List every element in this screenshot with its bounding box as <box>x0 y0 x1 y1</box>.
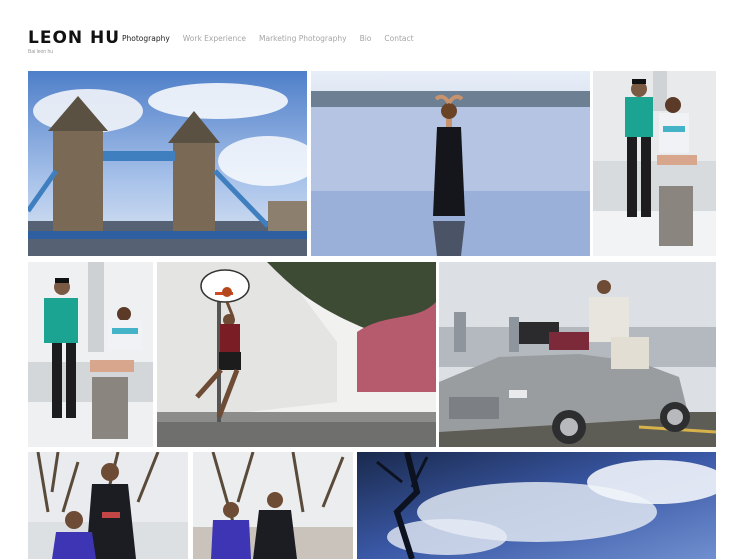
photo-sky-reflection[interactable] <box>357 452 716 559</box>
woman-water-image <box>311 71 590 256</box>
photo-couple-pillar[interactable] <box>28 262 153 447</box>
photo-men-posing[interactable] <box>193 452 353 559</box>
photo-woman-water[interactable] <box>311 71 590 256</box>
couple-jersey-image <box>593 71 716 256</box>
couple-pillar-image <box>28 262 153 447</box>
men-trees-image <box>28 452 188 559</box>
photo-basketball[interactable] <box>157 262 436 447</box>
sky-reflection-image <box>357 452 716 559</box>
nav-item-bio[interactable]: Bio <box>360 34 372 43</box>
site-tagline: Bai leon hu <box>28 49 54 55</box>
photo-men-trees[interactable] <box>28 452 188 559</box>
photo-tower-bridge[interactable] <box>28 71 307 256</box>
site-title[interactable]: LEON HU <box>28 28 120 48</box>
site-header: LEON HU Bai leon hu Photography Work Exp… <box>0 0 744 66</box>
car-image <box>439 262 716 447</box>
tower-bridge-image <box>28 71 307 256</box>
men-posing-image <box>193 452 353 559</box>
nav-item-work-experience[interactable]: Work Experience <box>183 34 246 43</box>
nav-item-marketing-photography[interactable]: Marketing Photography <box>259 34 347 43</box>
nav-item-photography[interactable]: Photography <box>122 34 170 43</box>
main-nav: Photography Work Experience Marketing Ph… <box>122 34 414 43</box>
photo-car[interactable] <box>439 262 716 447</box>
photo-couple-jersey[interactable] <box>593 71 716 256</box>
basketball-image <box>157 262 436 447</box>
nav-item-contact[interactable]: Contact <box>384 34 413 43</box>
